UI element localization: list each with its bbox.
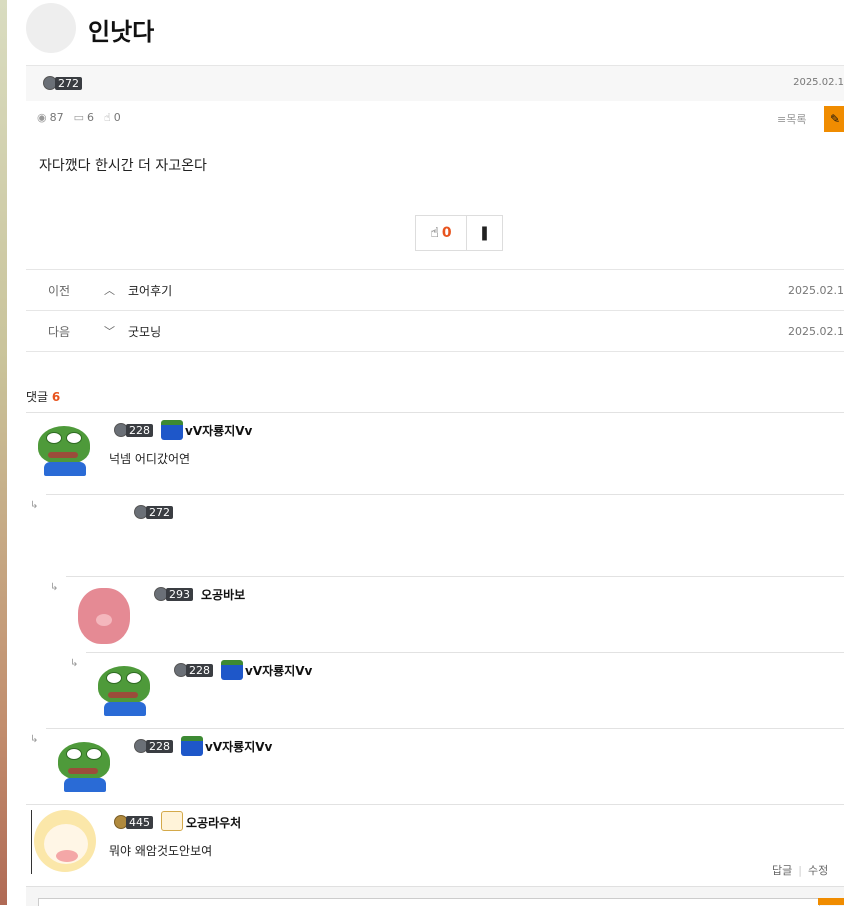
like-count: 0 <box>441 225 452 241</box>
rank-icon <box>161 420 183 440</box>
avatar[interactable] <box>34 810 96 872</box>
list-button[interactable]: ≡목록 <box>777 111 806 127</box>
comment-level-badge: 293 <box>154 587 193 601</box>
next-post-row[interactable]: 다음 ﹀ 굿모닝 2025.02.1 <box>26 310 844 352</box>
author-level-badge: 272 <box>43 76 82 90</box>
prev-label: 이전 <box>47 283 71 298</box>
next-label: 다음 <box>47 324 71 339</box>
comment-level-badge: 228 <box>114 423 153 437</box>
comment-nick[interactable]: 오공바보 <box>201 586 245 603</box>
comments-stat: ▭ 6 <box>73 111 95 124</box>
divider <box>26 412 844 413</box>
avatar[interactable] <box>94 662 152 716</box>
bookmark-icon: ❚ <box>478 225 491 241</box>
comment-icon: ▭ <box>73 111 85 124</box>
likes-stat: ☝ 0 <box>104 111 121 124</box>
list-icon: ≡ <box>777 113 787 126</box>
post-date: 2025.02.1 <box>793 77 844 88</box>
avatar[interactable] <box>76 586 132 646</box>
next-post-date: 2025.02.1 <box>788 324 844 338</box>
prev-post-title[interactable]: 코어후기 <box>128 282 172 299</box>
comment-actions: 답글 | 수정 <box>772 864 829 877</box>
divider <box>86 652 844 653</box>
divider <box>46 494 844 495</box>
comment-nick[interactable]: 오공라우처 <box>186 814 241 831</box>
comment-level-badge: 445 <box>114 815 153 829</box>
vote-box: ☝ 0 ❚ <box>415 215 503 251</box>
reply-arrow-icon: ↳ <box>50 582 59 593</box>
avatar[interactable] <box>34 422 92 476</box>
thumb-icon: ☝ <box>104 111 111 124</box>
prev-post-date: 2025.02.1 <box>788 283 844 297</box>
avatar[interactable] <box>54 738 112 792</box>
author-avatar[interactable] <box>26 3 76 53</box>
bookmark-button[interactable]: ❚ <box>467 216 502 250</box>
comment-submit-button[interactable] <box>818 898 844 905</box>
rank-icon <box>161 811 183 831</box>
edit-button[interactable]: 수정 <box>808 864 828 877</box>
reply-arrow-icon: ↳ <box>30 500 39 511</box>
comment-nick[interactable]: vV자룡지Vv <box>185 422 252 439</box>
comment-text: 뭐야 왜암것도안보여 <box>109 844 213 858</box>
eye-icon: ◉ <box>37 111 47 124</box>
post-meta-bar <box>26 65 844 101</box>
level-number: 272 <box>55 76 82 90</box>
reply-arrow-icon: ↳ <box>70 658 79 669</box>
comment-text: 넉넴 어디갔어연 <box>109 452 191 466</box>
window-edge <box>0 0 7 905</box>
rank-icon <box>221 660 243 680</box>
divider <box>26 804 844 805</box>
chevron-up-icon: ︿ <box>104 284 115 297</box>
prev-post-row[interactable]: 이전 ︿ 코어후기 2025.02.1 <box>26 269 844 310</box>
next-post-title[interactable]: 굿모닝 <box>128 323 161 340</box>
divider <box>66 576 844 577</box>
like-button[interactable]: ☝ 0 <box>416 216 467 250</box>
post-stats: ◉ 87 ▭ 6 ☝ 0 <box>37 111 121 124</box>
comment-level-badge: 228 <box>134 739 173 753</box>
comments-header: 댓글 6 <box>26 390 61 404</box>
comment-level-badge: 228 <box>174 663 213 677</box>
comment-nick[interactable]: vV자룡지Vv <box>205 738 272 755</box>
chevron-down-icon: ﹀ <box>104 325 115 338</box>
thumb-up-icon: ☝ <box>430 225 439 241</box>
comment-highlight-line <box>31 810 32 874</box>
reply-button[interactable]: 답글 <box>772 864 792 877</box>
post-title: 인낫다 <box>88 18 155 46</box>
reply-arrow-icon: ↳ <box>30 734 39 745</box>
write-button[interactable]: ✎ <box>824 106 844 132</box>
views-stat: ◉ 87 <box>37 111 64 124</box>
divider <box>46 728 844 729</box>
post-body: 자다깼다 한시간 더 자고온다 <box>39 158 207 174</box>
rank-icon <box>181 736 203 756</box>
pencil-icon: ✎ <box>829 112 841 126</box>
comment-nick[interactable]: vV자룡지Vv <box>245 662 312 679</box>
comment-level-badge: 272 <box>134 505 173 519</box>
